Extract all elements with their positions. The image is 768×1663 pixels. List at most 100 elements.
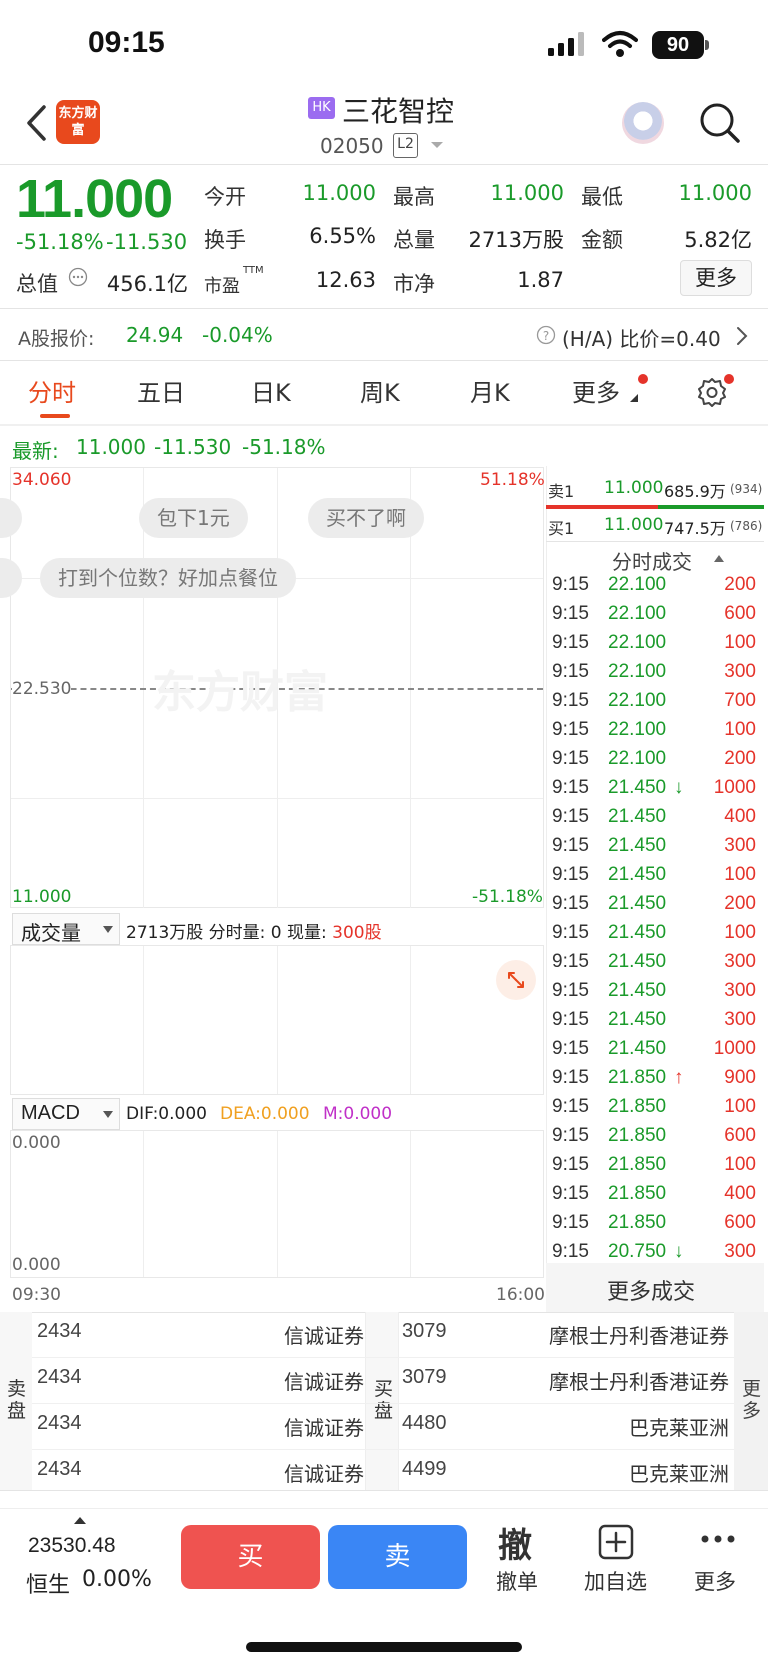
buy1-label: 买1 bbox=[548, 519, 575, 538]
index-value[interactable]: 23530.48 bbox=[28, 1534, 116, 1558]
status-time: 09:15 bbox=[88, 26, 165, 59]
tick-volume: 300 bbox=[724, 1241, 756, 1262]
buy-broker-name[interactable]: 摩根士丹利香港证券 bbox=[549, 1366, 729, 1395]
quote-more-button[interactable]: 更多 bbox=[680, 260, 752, 296]
cancel-order-icon[interactable]: 撤 bbox=[498, 1518, 532, 1567]
tick-price: 22.100 bbox=[608, 661, 667, 682]
buy-button[interactable]: 买 bbox=[181, 1525, 320, 1589]
index-change[interactable]: 0.00% bbox=[82, 1567, 152, 1592]
change-amount: -11.530 bbox=[106, 230, 188, 254]
tick-row: 9:15 21.450 300 bbox=[550, 1009, 758, 1038]
tick-price: 21.450 bbox=[608, 864, 667, 885]
buy-broker-name[interactable]: 巴克莱亚洲 bbox=[629, 1458, 729, 1487]
tab-more[interactable]: 更多 bbox=[572, 373, 620, 408]
tick-time: 9:15 bbox=[552, 661, 589, 682]
search-icon[interactable] bbox=[698, 101, 742, 145]
sell-broker-code: 2434 bbox=[37, 1458, 82, 1480]
info-dots-icon[interactable] bbox=[68, 267, 88, 287]
volume-selector[interactable]: 成交量 bbox=[12, 913, 120, 945]
tick-volume: 300 bbox=[724, 951, 756, 972]
signal-icon bbox=[548, 32, 584, 56]
buy-broker-name[interactable]: 摩根士丹利香港证券 bbox=[549, 1320, 729, 1349]
latest-label: 最新: bbox=[12, 439, 59, 463]
sell-broker-name[interactable]: 信诚证券 bbox=[284, 1366, 364, 1395]
chart-pct-top: 51.18% bbox=[480, 470, 545, 490]
tick-volume: 300 bbox=[724, 835, 756, 856]
chevron-right-icon[interactable] bbox=[736, 326, 748, 346]
battery-icon: 90 bbox=[652, 31, 704, 59]
buy-sell-ratio-bar-sell bbox=[546, 505, 658, 509]
add-watchlist-label[interactable]: 加自选 bbox=[584, 1566, 647, 1596]
tick-arrow-icon: ↓ bbox=[674, 1241, 684, 1262]
more-dots-icon[interactable] bbox=[700, 1534, 736, 1544]
tick-time: 9:15 bbox=[552, 1009, 589, 1030]
sell-broker-name[interactable]: 信诚证券 bbox=[284, 1412, 364, 1441]
sell-broker-name[interactable]: 信诚证券 bbox=[284, 1320, 364, 1349]
cancel-order-label[interactable]: 撤单 bbox=[496, 1566, 538, 1596]
tick-row: 9:15 22.100 600 bbox=[550, 603, 758, 632]
broker-row-divider bbox=[32, 1449, 734, 1450]
tick-price: 21.450 bbox=[608, 1038, 667, 1059]
buy-broker-code: 3079 bbox=[402, 1320, 447, 1342]
tick-price: 21.450 bbox=[608, 951, 667, 972]
bottom-bar-divider bbox=[0, 1508, 768, 1509]
tab-intraday[interactable]: 分时 bbox=[28, 373, 76, 408]
buy-broker-name[interactable]: 巴克莱亚洲 bbox=[629, 1412, 729, 1441]
stock-code[interactable]: 02050 bbox=[320, 134, 384, 158]
add-watchlist-icon[interactable] bbox=[598, 1524, 634, 1560]
index-expand-icon[interactable] bbox=[74, 1516, 86, 1524]
chart-y-mid: 22.530 bbox=[12, 679, 72, 699]
stock-name[interactable]: 三花智控 bbox=[342, 90, 454, 130]
grid-line bbox=[277, 1131, 278, 1277]
svg-text:?: ? bbox=[543, 329, 549, 343]
macd-selector[interactable]: MACD bbox=[12, 1098, 120, 1130]
sell-side-label: 卖盘 bbox=[7, 1378, 27, 1422]
danmaku-bubble: 打到个位数？好加点餐位 bbox=[40, 558, 296, 598]
ha-ratio[interactable]: (H/A) 比价=0.40 bbox=[562, 323, 721, 352]
help-icon[interactable]: ? bbox=[536, 325, 556, 345]
tick-row: 9:15 21.850 600 bbox=[550, 1212, 758, 1241]
macd-dea: DEA:0.000 bbox=[220, 1104, 310, 1124]
sell-button[interactable]: 卖 bbox=[328, 1525, 467, 1589]
tick-price: 21.850 bbox=[608, 1125, 667, 1146]
tick-price: 21.850 bbox=[608, 1154, 667, 1175]
chevron-down-icon[interactable] bbox=[430, 141, 444, 150]
tab-five-day[interactable]: 五日 bbox=[137, 373, 185, 408]
danmaku-bubble: 买不了啊 bbox=[308, 498, 424, 538]
tick-time: 9:15 bbox=[552, 748, 589, 769]
tick-row: 9:15 21.450 100 bbox=[550, 922, 758, 951]
buy-sell-ratio-bar-buy bbox=[658, 505, 764, 509]
tick-row: 9:15 21.450 ↓ 1000 bbox=[550, 777, 758, 806]
sort-up-icon[interactable] bbox=[714, 554, 724, 562]
tick-price: 21.450 bbox=[608, 777, 667, 798]
tick-price: 22.100 bbox=[608, 690, 667, 711]
tick-time: 9:15 bbox=[552, 1212, 589, 1233]
sell-broker-name[interactable]: 信诚证券 bbox=[284, 1458, 364, 1487]
brokers-more-button[interactable]: 更多 bbox=[734, 1312, 768, 1490]
sell-broker-code: 2434 bbox=[37, 1320, 82, 1342]
tick-time: 9:15 bbox=[552, 1241, 589, 1262]
mktcap-value: 456.1亿 bbox=[106, 272, 188, 296]
tab-daily-k[interactable]: 日K bbox=[251, 373, 291, 408]
settings-icon[interactable] bbox=[696, 376, 728, 408]
index-name[interactable]: 恒生 bbox=[26, 1567, 70, 1599]
tick-volume: 600 bbox=[724, 1125, 756, 1146]
ticks-title[interactable]: 分时成交 bbox=[612, 546, 692, 575]
tab-weekly-k[interactable]: 周K bbox=[360, 373, 400, 408]
expand-icon[interactable] bbox=[496, 960, 536, 1000]
buy-side-label: 买盘 bbox=[374, 1378, 394, 1422]
more-trades-button[interactable]: 更多成交 bbox=[546, 1263, 764, 1312]
tick-price: 21.450 bbox=[608, 806, 667, 827]
bottom-more-label[interactable]: 更多 bbox=[694, 1566, 736, 1596]
back-icon[interactable] bbox=[24, 104, 48, 142]
tick-row: 9:15 22.100 300 bbox=[550, 661, 758, 690]
tick-time: 9:15 bbox=[552, 951, 589, 972]
level2-badge[interactable]: L2 bbox=[393, 133, 418, 158]
tab-monthly-k[interactable]: 月K bbox=[470, 373, 510, 408]
buy1-count: (786) bbox=[730, 519, 763, 533]
sell1-label: 卖1 bbox=[548, 482, 575, 501]
chart-y-top: 34.060 bbox=[12, 470, 72, 490]
tick-volume: 600 bbox=[724, 603, 756, 624]
tick-row: 9:15 21.850 400 bbox=[550, 1183, 758, 1212]
assistant-avatar-icon[interactable] bbox=[622, 102, 664, 144]
